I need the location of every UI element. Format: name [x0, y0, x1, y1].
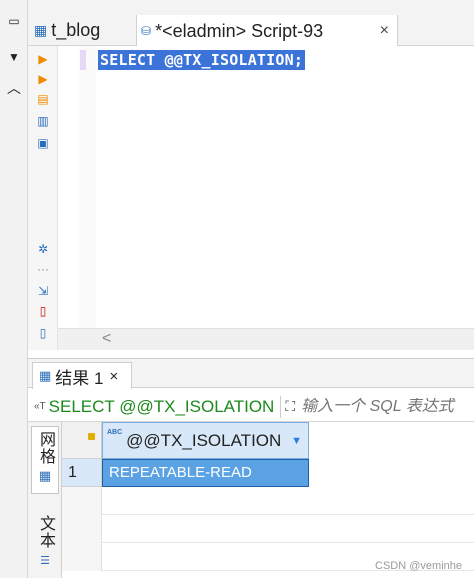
tab-label: 结果 1	[55, 368, 104, 388]
execute-statement-icon[interactable]: ▶	[35, 52, 51, 66]
table-icon: ▦	[34, 22, 48, 38]
horizontal-scrollbar[interactable]: <	[58, 328, 474, 350]
text-view-label: 文本	[37, 515, 54, 549]
file-error-icon[interactable]: ▯	[35, 304, 51, 318]
more-dots-icon[interactable]: ···	[35, 262, 51, 276]
current-line-marker	[80, 50, 86, 70]
filter-input[interactable]	[301, 397, 472, 416]
query-text[interactable]: «T SELECT @@TX_ISOLATION	[28, 392, 274, 421]
query-icon: «T	[34, 401, 46, 412]
sort-arrow-icon[interactable]: ▼	[291, 435, 302, 447]
fold-gutter	[78, 46, 96, 328]
terminal-icon[interactable]: ▣	[35, 136, 51, 150]
execute-script-icon[interactable]: ▤	[35, 92, 51, 106]
result-view-switcher: 网格 ▦ 文本 ☰	[28, 422, 62, 578]
grid-icon: ▦	[38, 468, 52, 483]
explain-plan-icon[interactable]: ▥	[35, 114, 51, 128]
column-header[interactable]: ABC @@TX_ISOLATION ▼	[102, 422, 309, 459]
empty-row	[62, 487, 474, 515]
divider	[280, 395, 282, 418]
result-tab-bar: ▦ 结果 1 ×	[28, 358, 474, 389]
chevron-up-icon[interactable]: ︿	[0, 78, 28, 98]
editor-toolbar: ▶ ▶ ▤ ▥ ▣ ✲ ··· ⇲ ▯ ▯	[28, 46, 58, 350]
file-code-icon[interactable]: ▯	[35, 326, 51, 340]
close-icon[interactable]: ×	[109, 368, 118, 385]
tab-text-view[interactable]: 文本 ☰	[31, 510, 59, 574]
code-line-selected[interactable]: SELECT @@TX_ISOLATION;	[98, 50, 306, 70]
export-icon[interactable]: ⇲	[35, 284, 51, 298]
column-name: @@TX_ISOLATION	[126, 430, 282, 450]
query-label: SELECT @@TX_ISOLATION	[48, 396, 275, 416]
lock-icon	[88, 433, 95, 440]
watermark: CSDN @veminhe	[375, 560, 462, 572]
tab-script-93[interactable]: ⛁ *<eladmin> Script-93 ×	[136, 15, 398, 47]
scroll-left-icon[interactable]: <	[102, 330, 111, 348]
dropdown-arrow-icon[interactable]: ▼	[0, 50, 28, 64]
gear-icon[interactable]: ✲	[35, 242, 51, 256]
sql-script-icon: ⛁	[141, 24, 152, 38]
result-table-icon: ▦	[39, 368, 52, 383]
filter-bar: «T SELECT @@TX_ISOLATION ⛶	[28, 392, 474, 422]
execute-new-tab-icon[interactable]: ▶	[35, 72, 51, 86]
minimize-icon[interactable]: ▭	[0, 14, 28, 28]
grid-corner[interactable]	[62, 422, 102, 459]
tab-label: *<eladmin> Script-93	[155, 20, 324, 41]
grid-view-label: 网格	[37, 431, 54, 465]
expand-icon[interactable]: ⛶	[285, 398, 295, 415]
close-icon[interactable]: ×	[380, 22, 389, 40]
tab-result-1[interactable]: ▦ 结果 1 ×	[32, 362, 132, 389]
row-number[interactable]: 1	[62, 459, 102, 487]
sql-editor[interactable]: SELECT @@TX_ISOLATION;	[58, 46, 474, 328]
table-cell[interactable]: REPEATABLE-READ	[102, 459, 309, 487]
tab-grid-view[interactable]: 网格 ▦	[31, 426, 59, 494]
left-toolstrip: ▭ ▼ ︿	[0, 0, 28, 578]
result-grid[interactable]: ABC @@TX_ISOLATION ▼ 1 REPEATABLE-READ	[62, 422, 474, 578]
text-icon: ☰	[40, 555, 50, 567]
editor-tab-bar: ▦ t_blog ⛁ *<eladmin> Script-93 ×	[28, 0, 474, 47]
tab-t-blog[interactable]: ▦ t_blog	[34, 15, 130, 46]
tab-label: t_blog	[51, 20, 101, 40]
empty-row	[62, 515, 474, 543]
text-type-icon: ABC	[107, 429, 123, 436]
